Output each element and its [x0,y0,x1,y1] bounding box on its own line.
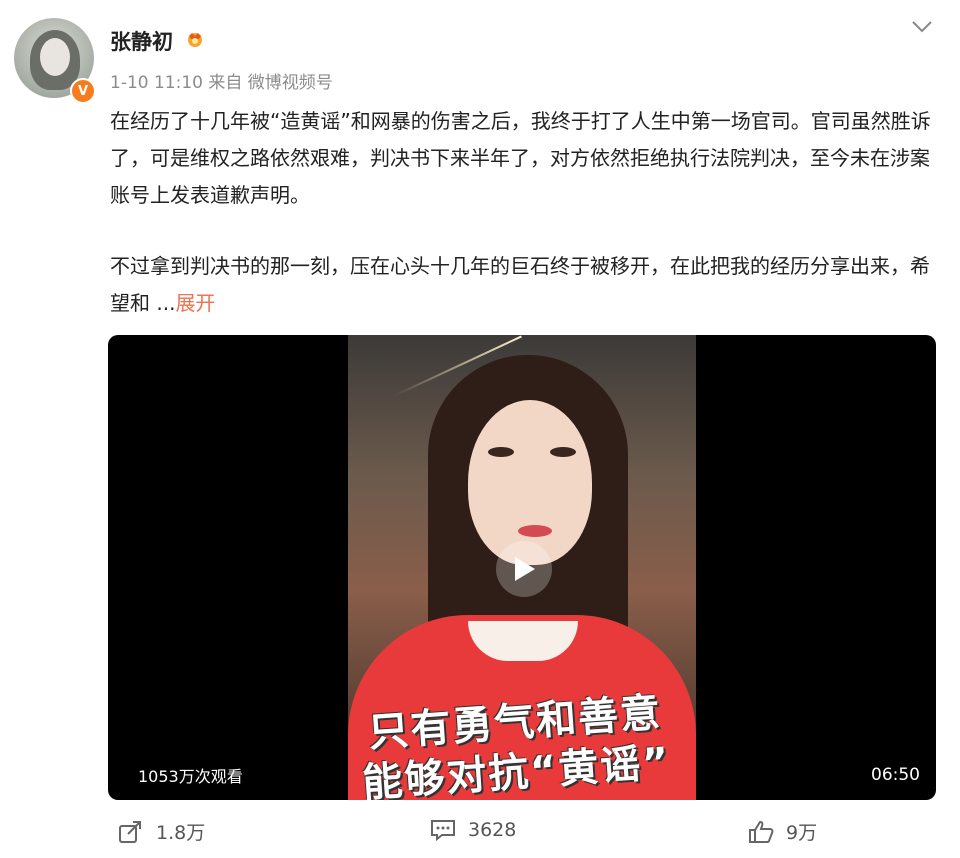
chevron-down-icon[interactable] [910,18,934,36]
post-meta: 1-10 11:10 来自 微博视频号 [110,73,333,93]
thumbs-up-icon [749,820,774,843]
view-count: 1053万次观看 [138,767,243,786]
comment-button[interactable]: 3628 [430,818,516,842]
post-text-paragraph-2-body: 不过拿到判决书的那一刻，压在心头十几年的巨石终于被移开，在此把我的经历分享出来，… [110,254,930,315]
comment-count: 3628 [468,819,517,841]
video-player[interactable]: 只有勇气和善意 能够对抗“黄谣” 1053万次观看 06:50 [108,335,936,800]
play-icon [515,557,535,581]
author-name[interactable]: 张静初 [110,26,173,56]
post-text-paragraph-1: 在经历了十几年被“造黄谣”和网暴的伤害之后，我终于打了人生中第一场官司。官司虽然… [110,109,931,207]
comment-icon [431,820,455,842]
expand-link[interactable]: 展开 [175,291,215,315]
like-count: 9万 [786,822,818,844]
share-button[interactable]: 1.8万 [118,818,205,845]
like-button[interactable]: 9万 [748,818,817,845]
video-duration: 06:50 [871,765,920,785]
share-icon [119,820,141,843]
play-button[interactable] [496,541,552,597]
post-text-paragraph-2: 不过拿到判决书的那一刻，压在心头十几年的巨石终于被移开，在此把我的经历分享出来，… [110,248,940,322]
verified-badge-icon: V [70,78,96,104]
share-count: 1.8万 [156,822,206,844]
member-crown-icon[interactable] [185,30,205,48]
